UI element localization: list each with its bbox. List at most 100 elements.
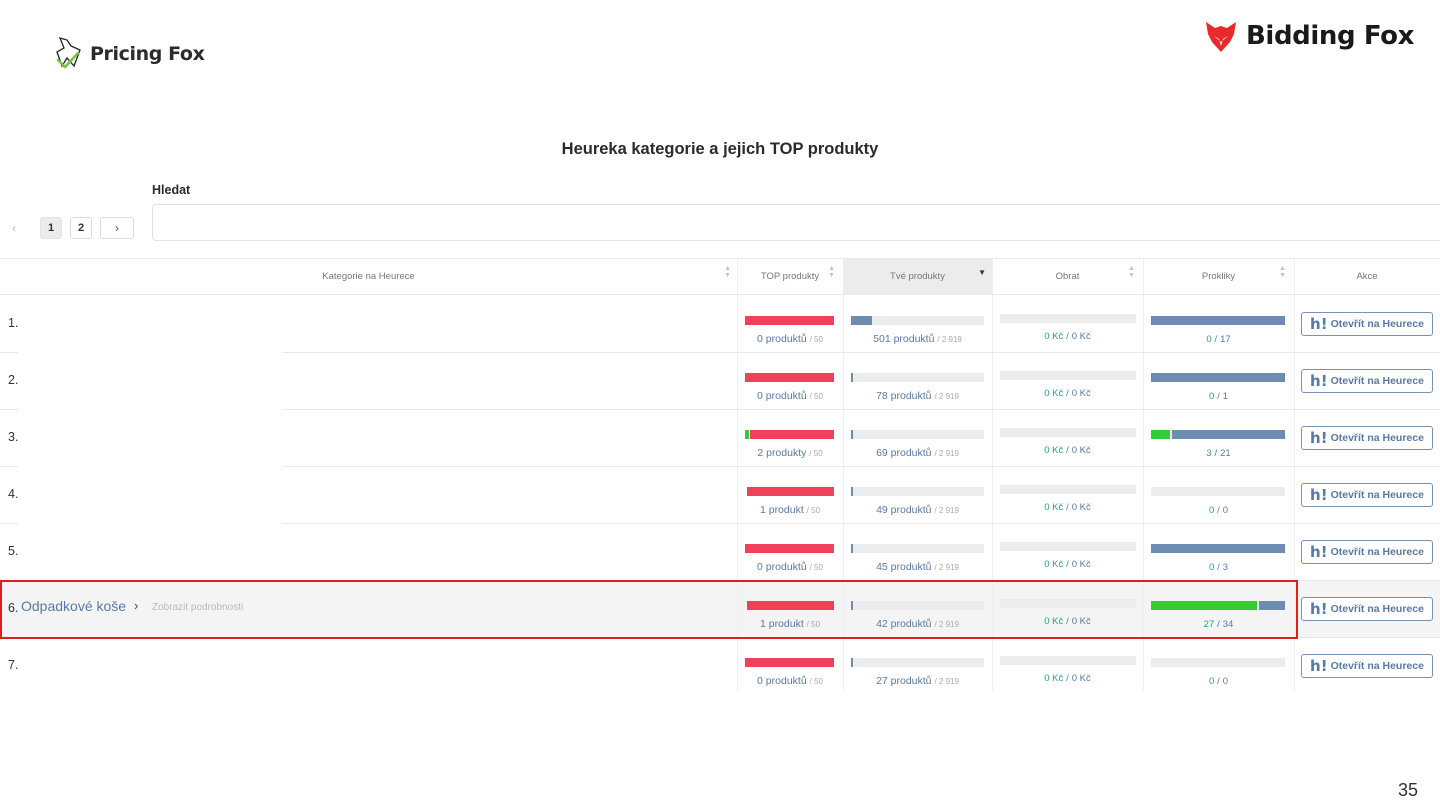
sort-icon[interactable]: ▲ ▼ xyxy=(828,265,835,279)
open-on-heureka-button[interactable]: h! Otevřít na Heurece xyxy=(1301,426,1433,450)
your-products-count-total: / 2 919 xyxy=(934,677,959,686)
page-title: Heureka kategorie a jejich TOP produkty xyxy=(561,140,879,158)
col-header-clicks[interactable]: Prokliky ▲ ▼ xyxy=(1143,259,1294,295)
top-products-bar xyxy=(745,316,834,325)
your-products-count: 49 produktů / 2 919 xyxy=(843,504,992,516)
open-on-heureka-button[interactable]: h! Otevřít na Heurece xyxy=(1301,654,1433,678)
revenue-bar xyxy=(1000,371,1136,380)
top-products-bar-owned xyxy=(745,430,749,439)
column-divider xyxy=(843,259,844,691)
top-products-bar xyxy=(745,430,834,439)
top-products-count-total: / 50 xyxy=(806,620,821,629)
chevron-right-icon[interactable]: › xyxy=(134,598,138,613)
revenue-separator: / xyxy=(1066,673,1069,684)
top-products-count-total: / 50 xyxy=(809,677,823,686)
top-products-count: 0 produktů / 50 xyxy=(737,333,843,345)
revenue-total: 0 Kč xyxy=(1071,559,1091,570)
bidding-fox-logo-text: Bidding Fox xyxy=(1246,21,1414,51)
revenue-separator: / xyxy=(1066,616,1069,627)
clicks-total: 0 xyxy=(1222,505,1229,516)
clicks-count: 0 xyxy=(1206,334,1212,345)
clicks-count: 0 xyxy=(1208,676,1215,687)
category-link[interactable]: Odpadkové koše xyxy=(21,598,126,614)
revenue-separator: / xyxy=(1066,502,1069,513)
clicks-total: 34 xyxy=(1222,619,1234,630)
sort-desc-icon[interactable]: ▼ xyxy=(978,268,986,277)
clicks-count: 27 xyxy=(1203,619,1215,630)
revenue-amount: 0 Kč xyxy=(1044,559,1064,570)
revenue-total: 0 Kč xyxy=(1071,445,1091,456)
clicks-count: 3 xyxy=(1206,448,1212,459)
clicks-bar xyxy=(1151,316,1285,325)
your-products-bar-fill xyxy=(851,487,853,496)
revenue-amount: 0 Kč xyxy=(1044,388,1064,399)
open-on-heureka-button[interactable]: h! Otevřít na Heurece xyxy=(1301,597,1433,621)
row-rank: 3. xyxy=(8,430,19,444)
revenue-separator: / xyxy=(1066,559,1069,570)
col-header-category[interactable]: Kategorie na Heurece ▲ ▼ xyxy=(0,259,737,295)
clicks-value: 27 / 34 xyxy=(1143,618,1294,630)
top-products-bar-rest xyxy=(745,658,834,667)
pagination: ‹ 1 2 › xyxy=(6,216,134,240)
show-details-link[interactable]: Zobrazit podrobnosti xyxy=(152,602,243,613)
clicks-bar-yours xyxy=(1151,430,1170,439)
revenue-bar xyxy=(1000,485,1136,494)
heureka-icon: h! xyxy=(1310,372,1328,390)
pagination-page-2[interactable]: 2 xyxy=(70,217,92,239)
pagination-next-icon[interactable]: › xyxy=(100,217,134,239)
pagination-page-1[interactable]: 1 xyxy=(40,217,62,239)
open-on-heureka-button[interactable]: h! Otevřít na Heurece xyxy=(1301,483,1433,507)
your-products-count: 45 produktů / 2 919 xyxy=(843,561,992,573)
heureka-icon: h! xyxy=(1310,315,1328,333)
clicks-value: 0 / 0 xyxy=(1143,504,1294,516)
open-on-heureka-label: Otevřít na Heurece xyxy=(1330,489,1424,501)
row-rank: 2. xyxy=(8,373,19,387)
top-products-count: 2 produkty / 50 xyxy=(737,447,843,459)
revenue-bar xyxy=(1000,599,1136,608)
your-products-count: 27 produktů / 2 919 xyxy=(843,675,992,687)
top-products-count-total: / 50 xyxy=(809,392,823,401)
clicks-bar xyxy=(1151,487,1285,496)
table-row: 6. Odpadkové koše › Zobrazit podrobnosti 1 p… xyxy=(0,581,1440,638)
heureka-icon: h! xyxy=(1310,429,1328,447)
top-products-bar xyxy=(747,601,834,610)
pricing-fox-logo: Pricing Fox xyxy=(54,36,205,72)
revenue-amount: 0 Kč xyxy=(1044,445,1064,456)
column-divider xyxy=(992,259,993,691)
search-input[interactable] xyxy=(152,204,1440,241)
col-header-yours[interactable]: Tvé produkty ▼ xyxy=(843,259,992,295)
pagination-prev-icon[interactable]: ‹ xyxy=(6,221,22,235)
your-products-count: 78 produktů / 2 919 xyxy=(843,390,992,402)
clicks-bar xyxy=(1151,544,1285,553)
top-products-count-value: 0 produktů xyxy=(757,675,807,687)
your-products-count-value: 45 produktů xyxy=(876,561,932,573)
sort-icon[interactable]: ▲ ▼ xyxy=(1128,265,1135,279)
col-header-top[interactable]: TOP produkty ▲ ▼ xyxy=(737,259,843,295)
your-products-count-value: 69 produktů xyxy=(876,447,932,459)
revenue-value: 0 Kč / 0 Kč xyxy=(992,615,1143,627)
clicks-bar-rest xyxy=(1151,316,1285,325)
your-products-bar xyxy=(851,658,984,667)
open-on-heureka-button[interactable]: h! Otevřít na Heurece xyxy=(1301,369,1433,393)
open-on-heureka-label: Otevřít na Heurece xyxy=(1330,318,1424,330)
open-on-heureka-button[interactable]: h! Otevřít na Heurece xyxy=(1301,540,1433,564)
your-products-bar-fill xyxy=(851,316,872,325)
clicks-count: 0 xyxy=(1208,391,1215,402)
revenue-value: 0 Kč / 0 Kč xyxy=(992,330,1143,342)
your-products-count-total: / 2 919 xyxy=(934,563,959,572)
row-rank: 5. xyxy=(8,544,19,558)
open-on-heureka-button[interactable]: h! Otevřít na Heurece xyxy=(1301,312,1433,336)
clicks-count: 0 xyxy=(1208,505,1215,516)
top-products-count-value: 0 produktů xyxy=(757,390,807,402)
revenue-total: 0 Kč xyxy=(1071,502,1091,513)
your-products-bar xyxy=(851,601,984,610)
revenue-amount: 0 Kč xyxy=(1044,502,1064,513)
your-products-bar xyxy=(851,430,984,439)
sort-icon[interactable]: ▲ ▼ xyxy=(724,265,731,279)
col-header-revenue[interactable]: Obrat ▲ ▼ xyxy=(992,259,1143,295)
top-products-bar-rest xyxy=(745,544,834,553)
revenue-bar xyxy=(1000,656,1136,665)
row-rank: 7. xyxy=(8,658,19,672)
sort-icon[interactable]: ▲ ▼ xyxy=(1279,265,1286,279)
revenue-total: 0 Kč xyxy=(1071,388,1091,399)
